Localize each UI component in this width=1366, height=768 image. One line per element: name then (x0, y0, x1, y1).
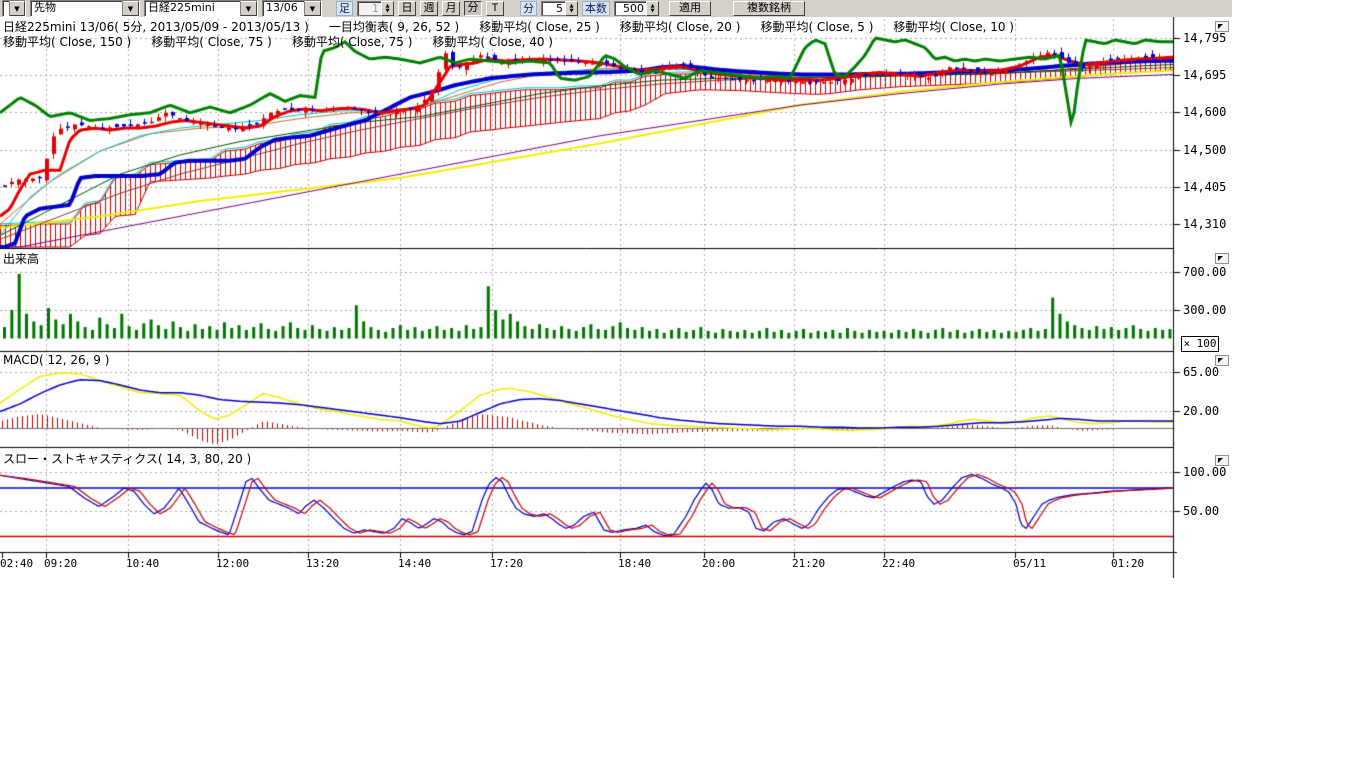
time-axis-label: 09:20 (44, 557, 77, 570)
price-axis-label: 14,795 (1183, 31, 1226, 45)
chevron-down-icon[interactable]: ▼ (9, 1, 25, 16)
time-axis-label: 21:20 (792, 557, 825, 570)
minute-button[interactable]: 分 (464, 1, 482, 16)
time-axis-label: 18:40 (618, 557, 651, 570)
time-axis-label: 22:40 (882, 557, 915, 570)
legend-ma20: 移動平均( Close, 20 ) (620, 18, 741, 35)
price-axis-label: 14,500 (1183, 143, 1226, 157)
minutes-label: 分 (520, 1, 537, 16)
blank-combobox[interactable]: ▼ (2, 0, 26, 17)
time-axis-label: 02:40 (0, 557, 33, 570)
bar-type-label: 足 (336, 1, 353, 16)
spinner-arrows-icon[interactable]: ▲▼ (381, 1, 394, 16)
contract-month-combobox[interactable]: 13/06 ▼ (262, 0, 322, 17)
minutes-spinner[interactable]: 5 ▲▼ (541, 1, 578, 16)
legend-line-2: 移動平均( Close, 150 ) 移動平均( Close, 75 ) 移動平… (3, 33, 553, 50)
volume-panel-title: 出来高 (3, 250, 39, 267)
market-combobox-value: 先物 (31, 1, 122, 16)
price-axis-label: 14,600 (1183, 105, 1226, 119)
volume-axis-label: 700.00 (1183, 265, 1226, 279)
legend-ma10: 移動平均( Close, 10 ) (893, 18, 1014, 35)
legend-ma5: 移動平均( Close, 5 ) (760, 18, 873, 35)
legend-ma75b: 移動平均( Close, 75 ) (292, 33, 413, 50)
volume-multiplier-badge: × 100 (1181, 336, 1219, 352)
time-axis-label: 01:20 (1111, 557, 1144, 570)
symbol-combobox[interactable]: 日経225mini ▼ (144, 0, 258, 17)
apply-button[interactable]: 適用 (669, 1, 711, 16)
bar-count-spinner[interactable]: 500 ▲▼ (614, 1, 659, 16)
spinner-arrows-icon[interactable]: ▲▼ (646, 1, 659, 16)
bar-count-label: 本数 (582, 1, 610, 16)
legend-ma75a: 移動平均( Close, 75 ) (151, 33, 272, 50)
time-axis-label: 10:40 (126, 557, 159, 570)
minutes-value: 5 (541, 1, 565, 16)
monthly-button[interactable]: 月 (442, 1, 460, 16)
time-axis-label: 05/11 (1013, 557, 1046, 570)
chart-canvas[interactable] (0, 0, 1366, 768)
stoch-axis-label: 100.00 (1183, 465, 1226, 479)
chevron-down-icon[interactable]: ▼ (240, 1, 257, 16)
time-axis-label: 17:20 (490, 557, 523, 570)
volume-axis-label: 300.00 (1183, 303, 1226, 317)
price-axis-label: 14,695 (1183, 68, 1226, 82)
legend-ma150: 移動平均( Close, 150 ) (3, 33, 131, 50)
chevron-down-icon[interactable]: ▼ (304, 1, 321, 16)
spinner-arrows-icon[interactable]: ▲▼ (565, 1, 578, 16)
price-axis-label: 14,405 (1183, 180, 1226, 194)
tick-button[interactable]: T (486, 1, 504, 16)
time-axis-label: 13:20 (306, 557, 339, 570)
trading-app-window: ▼ 先物 ▼ 日経225mini ▼ 13/06 ▼ 足 1 ▲▼ 日 週 月 … (0, 0, 1366, 768)
macd-axis-label: 20.00 (1183, 404, 1219, 418)
contract-month-combobox-value: 13/06 (263, 1, 304, 16)
macd-axis-label: 65.00 (1183, 365, 1219, 379)
weekly-button[interactable]: 週 (420, 1, 438, 16)
price-axis-label: 14,310 (1183, 217, 1226, 231)
volume-panel-expand-icon[interactable] (1215, 253, 1229, 264)
time-axis-label: 20:00 (702, 557, 735, 570)
bar-count-value: 500 (614, 1, 646, 16)
daily-button[interactable]: 日 (398, 1, 416, 16)
multi-symbol-button[interactable]: 複数銘柄 (733, 1, 805, 16)
chevron-down-icon[interactable]: ▼ (122, 1, 139, 16)
time-axis-label: 12:00 (216, 557, 249, 570)
symbol-combobox-value: 日経225mini (145, 1, 240, 16)
stoch-axis-label: 50.00 (1183, 504, 1219, 518)
legend-ma40: 移動平均( Close, 40 ) (432, 33, 553, 50)
bar-interval-spinner[interactable]: 1 ▲▼ (357, 1, 394, 16)
market-combobox[interactable]: 先物 ▼ (30, 0, 140, 17)
bar-interval-value: 1 (357, 1, 381, 16)
stochastics-panel-title: スロー・ストキャスティクス( 14, 3, 80, 20 ) (3, 450, 251, 467)
macd-panel-title: MACD( 12, 26, 9 ) (3, 353, 109, 367)
time-axis-label: 14:40 (398, 557, 431, 570)
toolbar: ▼ 先物 ▼ 日経225mini ▼ 13/06 ▼ 足 1 ▲▼ 日 週 月 … (0, 0, 1232, 17)
